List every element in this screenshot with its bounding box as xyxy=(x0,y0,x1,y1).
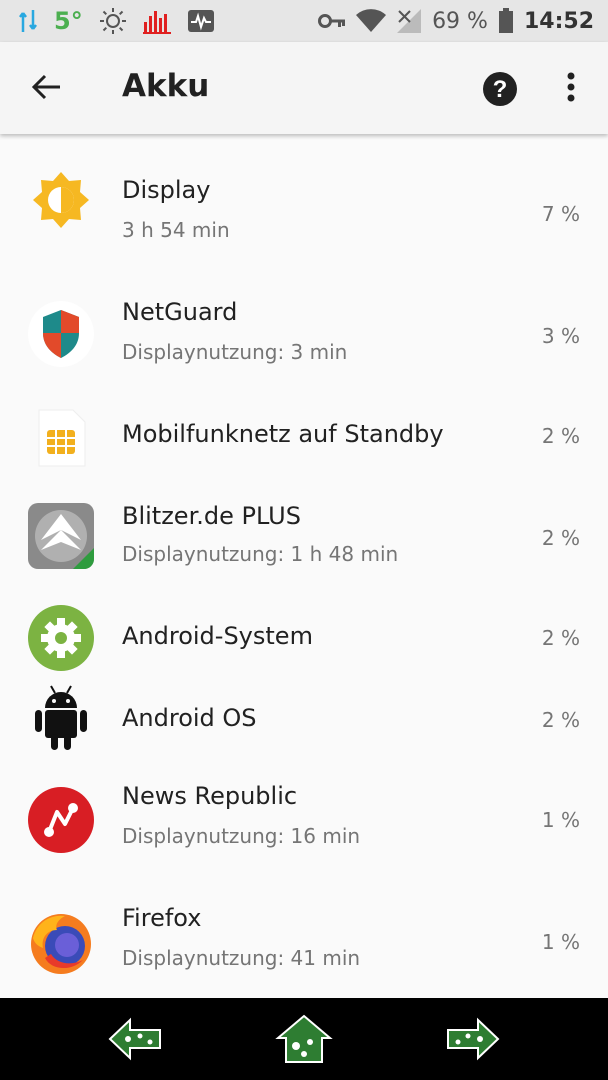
data-transfer-icon xyxy=(18,8,38,34)
no-signal-icon xyxy=(396,8,422,34)
app-toolbar: Akku ? xyxy=(0,42,608,134)
item-label: Display xyxy=(122,176,211,204)
item-label: Mobilfunknetz auf Standby xyxy=(122,420,444,448)
navigation-bar xyxy=(0,998,608,1080)
blitzer-app-icon xyxy=(27,502,95,570)
nav-home-icon xyxy=(274,1014,334,1070)
sim-card-icon xyxy=(27,404,95,472)
nav-back-icon xyxy=(106,1017,166,1070)
firefox-icon xyxy=(27,908,95,976)
more-vert-icon xyxy=(567,72,575,106)
item-percent: 2 % xyxy=(541,708,580,732)
list-item-netguard[interactable]: NetGuard Displaynutzung: 3 min 3 % xyxy=(0,278,608,396)
android-system-gear-icon xyxy=(27,604,95,672)
clock: 14:52 xyxy=(523,8,594,34)
netguard-shield-icon xyxy=(27,300,95,368)
list-item-mobile-standby[interactable]: Mobilfunknetz auf Standby 2 % xyxy=(0,400,608,496)
page-title: Akku xyxy=(122,68,210,104)
item-label: NetGuard xyxy=(122,298,238,326)
nav-home-button[interactable] xyxy=(274,1012,334,1066)
item-percent: 2 % xyxy=(541,526,580,550)
item-percent: 2 % xyxy=(541,626,580,650)
list-item-firefox[interactable]: Firefox Displaynutzung: 41 min 1 % xyxy=(0,898,608,994)
help-icon: ? xyxy=(482,72,518,111)
item-subtitle: 3 h 54 min xyxy=(122,218,230,242)
list-item-display[interactable]: Display 3 h 54 min 7 % xyxy=(0,156,608,274)
battery-percent: 69 % xyxy=(432,8,488,34)
status-bar-notifications: 5° xyxy=(18,0,215,42)
back-button[interactable] xyxy=(22,64,72,114)
news-republic-icon xyxy=(27,786,95,854)
temperature-value: 5° xyxy=(54,7,83,35)
display-brightness-icon xyxy=(27,166,95,234)
list-item-blitzer[interactable]: Blitzer.de PLUS Displaynutzung: 1 h 48 m… xyxy=(0,500,608,600)
status-bar: 5° 69 % 14:52 xyxy=(0,0,608,42)
activity-monitor-icon xyxy=(187,9,215,33)
brightness-icon xyxy=(99,7,127,35)
item-subtitle: Displaynutzung: 1 h 48 min xyxy=(122,542,399,566)
item-label: Firefox xyxy=(122,904,202,932)
item-percent: 3 % xyxy=(541,324,580,348)
item-label: Blitzer.de PLUS xyxy=(122,502,301,530)
svg-text:?: ? xyxy=(493,76,508,103)
item-percent: 1 % xyxy=(541,808,580,832)
item-label: Android-System xyxy=(122,622,313,650)
list-item-android-os[interactable]: Android OS 2 % xyxy=(0,684,608,764)
help-button[interactable]: ? xyxy=(482,71,518,107)
item-percent: 7 % xyxy=(541,202,580,226)
more-options-button[interactable] xyxy=(556,70,586,108)
arrow-left-icon xyxy=(31,74,62,104)
item-percent: 2 % xyxy=(541,424,580,448)
item-label: News Republic xyxy=(122,782,298,810)
item-subtitle: Displaynutzung: 3 min xyxy=(122,340,348,364)
key-icon xyxy=(318,12,346,30)
item-subtitle: Displaynutzung: 41 min xyxy=(122,946,361,970)
signal-bars-icon xyxy=(142,8,171,34)
wifi-icon xyxy=(356,9,387,33)
status-bar-system: 69 % 14:52 xyxy=(318,0,594,42)
temperature-icon: 5° xyxy=(54,7,83,35)
list-item-android-system[interactable]: Android-System 2 % xyxy=(0,602,608,682)
item-percent: 1 % xyxy=(541,930,580,954)
android-robot-icon xyxy=(27,684,95,752)
battery-icon xyxy=(498,8,514,34)
nav-forward-button[interactable] xyxy=(442,1012,502,1066)
item-subtitle: Displaynutzung: 16 min xyxy=(122,824,361,848)
nav-back-button[interactable] xyxy=(106,1012,166,1066)
item-label: Android OS xyxy=(122,704,257,732)
list-item-news-republic[interactable]: News Republic Displaynutzung: 16 min 1 % xyxy=(0,776,608,892)
nav-forward-icon xyxy=(442,1017,502,1070)
